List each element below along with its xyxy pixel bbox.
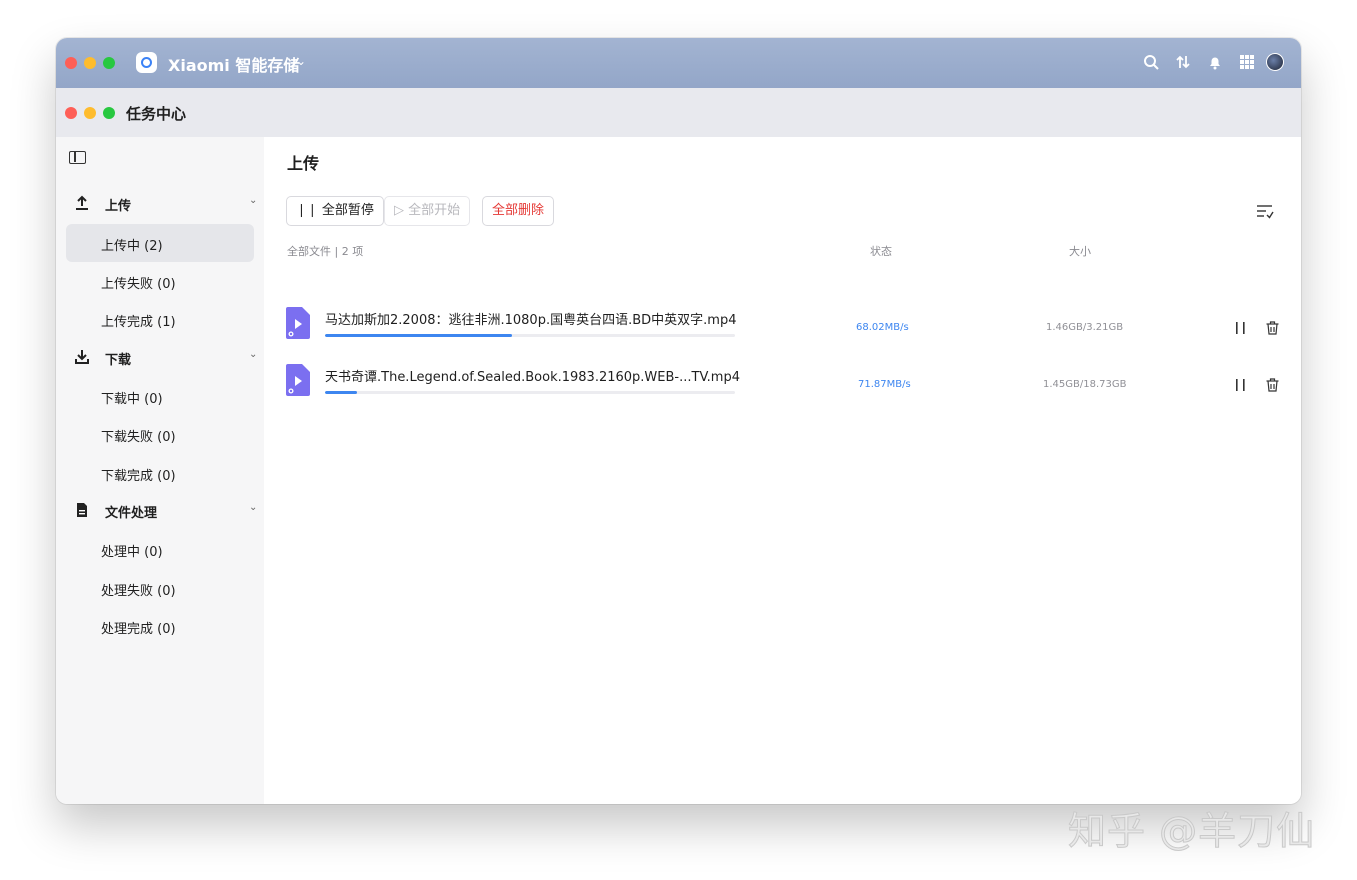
start-all-button[interactable]: ▷ 全部开始 — [384, 196, 471, 226]
file-name: 天书奇谭.The.Legend.of.Sealed.Book.1983.2160… — [325, 370, 740, 385]
page-title: 上传 — [287, 154, 320, 173]
task-center-header: 任务中心 — [56, 88, 1301, 137]
pause-all-button[interactable]: ❘❘ 全部暂停 — [286, 196, 384, 226]
close-window-button[interactable] — [65, 57, 77, 69]
document-icon — [77, 503, 87, 517]
file-name: 马达加斯加2.2008：逃往非洲.1080p.国粤英台四语.BD中英双字.mp4 — [325, 313, 737, 328]
sidebar-item-label: 上传失败 (0) — [101, 277, 176, 292]
chevron-down-icon[interactable]: ⌄ — [249, 502, 257, 513]
download-icon — [75, 350, 89, 364]
sidebar-item-upload-failed[interactable]: 上传失败 (0) — [66, 262, 254, 300]
task-minimize-button[interactable] — [84, 107, 96, 119]
size-column-header: 大小 — [1069, 245, 1091, 258]
multi-select-icon[interactable] — [1256, 203, 1274, 219]
app-title[interactable]: Xiaomi 智能存储 — [168, 52, 299, 76]
sidebar-item-process-done[interactable]: 处理完成 (0) — [66, 607, 254, 645]
sidebar-item-label: 上传中 (2) — [101, 239, 163, 254]
sidebar-item-label: 处理中 (0) — [101, 545, 163, 560]
transfer-speed: 71.87MB/s — [858, 379, 911, 390]
sidebar-item-label: 处理失败 (0) — [101, 584, 176, 599]
task-close-button[interactable] — [65, 107, 77, 119]
avatar[interactable] — [1266, 53, 1284, 71]
transfer-speed: 68.02MB/s — [856, 322, 909, 333]
sidebar-item-uploading[interactable]: 上传中 (2) — [66, 224, 254, 262]
task-zoom-button[interactable] — [103, 107, 115, 119]
sidebar-item-process-failed[interactable]: 处理失败 (0) — [66, 569, 254, 607]
transfer-size: 1.46GB/3.21GB — [1046, 322, 1124, 333]
sidebar-section-label: 文件处理 — [105, 506, 158, 521]
chevron-down-icon[interactable]: ⌄ — [249, 349, 257, 360]
zoom-window-button[interactable] — [103, 57, 115, 69]
minimize-window-button[interactable] — [84, 57, 96, 69]
video-file-icon — [286, 307, 310, 339]
trash-icon[interactable] — [1266, 378, 1279, 392]
sidebar-toggle-icon[interactable] — [69, 151, 86, 164]
title-bar: Xiaomi 智能存储 ⌄ — [56, 38, 1301, 88]
search-icon[interactable] — [1142, 53, 1160, 71]
sidebar-section-upload[interactable]: 上传 ⌄ — [56, 189, 264, 219]
transfer-icon[interactable] — [1174, 53, 1192, 71]
sidebar-item-label: 上传完成 (1) — [101, 315, 176, 330]
sidebar-section-label: 下载 — [105, 353, 132, 368]
sidebar-item-label: 下载中 (0) — [101, 392, 163, 407]
status-column-header: 状态 — [870, 245, 892, 258]
sidebar-section-download[interactable]: 下载 ⌄ — [56, 343, 264, 373]
apps-grid-icon[interactable] — [1238, 53, 1256, 71]
sidebar-item-downloading[interactable]: 下载中 (0) — [66, 377, 254, 415]
delete-all-button[interactable]: 全部删除 — [482, 196, 555, 226]
progress-fill — [325, 391, 357, 394]
table-row[interactable]: 天书奇谭.The.Legend.of.Sealed.Book.1983.2160… — [264, 364, 1301, 404]
chevron-down-icon[interactable]: ⌄ — [296, 54, 306, 68]
watermark: 知乎 @羊刀仙 — [1067, 809, 1316, 854]
task-center-title: 任务中心 — [126, 105, 187, 123]
sidebar-item-label: 处理完成 (0) — [101, 622, 176, 637]
chevron-down-icon[interactable]: ⌄ — [249, 195, 257, 206]
progress-bar — [325, 391, 735, 394]
bell-icon[interactable] — [1206, 53, 1224, 71]
sidebar: 上传 ⌄ 上传中 (2) 上传失败 (0) 上传完成 (1) 下载 ⌄ 下载中 … — [56, 137, 264, 804]
sidebar-item-download-failed[interactable]: 下载失败 (0) — [66, 415, 254, 453]
pause-icon[interactable] — [1235, 378, 1247, 392]
app-window: Xiaomi 智能存储 ⌄ 任务中心 上传 ⌄ 上传中 (2) 上传失败 (0)… — [56, 38, 1301, 804]
video-file-icon — [286, 364, 310, 396]
app-logo — [136, 52, 157, 73]
transfer-size: 1.45GB/18.73GB — [1043, 379, 1127, 390]
progress-fill — [325, 334, 512, 337]
upload-icon — [76, 195, 88, 210]
sidebar-item-label: 下载失败 (0) — [101, 430, 176, 445]
trash-icon[interactable] — [1266, 321, 1279, 335]
sidebar-item-download-done[interactable]: 下载完成 (0) — [66, 454, 254, 492]
pause-icon[interactable] — [1235, 321, 1247, 335]
sidebar-item-label: 下载完成 (0) — [101, 469, 176, 484]
sidebar-section-label: 上传 — [105, 199, 132, 214]
sidebar-item-upload-done[interactable]: 上传完成 (1) — [66, 300, 254, 338]
sidebar-section-processing[interactable]: 文件处理 ⌄ — [56, 496, 264, 526]
progress-bar — [325, 334, 735, 337]
table-row[interactable]: 马达加斯加2.2008：逃往非洲.1080p.国粤英台四语.BD中英双字.mp4… — [264, 307, 1301, 347]
sidebar-item-processing[interactable]: 处理中 (0) — [66, 530, 254, 568]
main-panel: 上传 ❘❘ 全部暂停 ▷ 全部开始 全部删除 全部文件 | 2 项 状态 大小 … — [264, 137, 1301, 804]
files-count-header: 全部文件 | 2 项 — [287, 245, 364, 258]
